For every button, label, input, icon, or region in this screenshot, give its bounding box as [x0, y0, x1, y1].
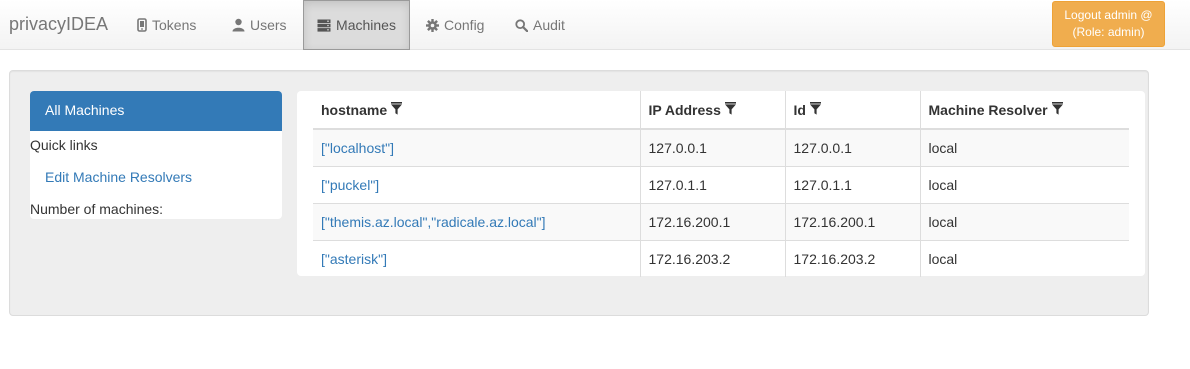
- nav-machines-label: Machines: [336, 17, 396, 33]
- logout-role: (Role: admin): [1072, 25, 1145, 39]
- table-header-row: hostname IP Address Id Machine Resolver: [313, 91, 1129, 130]
- column-header-hostname[interactable]: hostname: [313, 91, 640, 130]
- machines-table-panel: hostname IP Address Id Machine Resolver …: [297, 91, 1145, 277]
- hostname-cell: ["asterisk"]: [313, 239, 640, 277]
- machines-table: hostname IP Address Id Machine Resolver …: [313, 91, 1129, 277]
- brand-logo[interactable]: privacyIDEA: [9, 14, 108, 35]
- logout-button[interactable]: Logout admin @ (Role: admin): [1052, 1, 1165, 47]
- filter-icon[interactable]: [1051, 101, 1063, 118]
- nav-audit-label: Audit: [533, 17, 565, 33]
- gear-icon: [426, 18, 439, 32]
- nav-config[interactable]: Config: [426, 0, 484, 50]
- top-navbar: privacyIDEA Tokens Users Machines Config…: [0, 0, 1190, 50]
- number-of-machines-label: Number of machines:: [30, 201, 164, 217]
- search-icon: [515, 18, 528, 32]
- nav-tokens[interactable]: Tokens: [137, 0, 196, 50]
- sidebar-panel: All Machines Quick links Edit Machine Re…: [30, 91, 282, 219]
- main-container: All Machines Quick links Edit Machine Re…: [9, 70, 1149, 316]
- nav-users[interactable]: Users: [232, 0, 287, 50]
- filter-icon[interactable]: [724, 101, 736, 118]
- hostname-cell: ["puckel"]: [313, 165, 640, 203]
- edit-machine-resolvers-link[interactable]: Edit Machine Resolvers: [45, 169, 192, 185]
- filter-icon[interactable]: [809, 101, 821, 118]
- filter-icon[interactable]: [391, 101, 403, 118]
- id-cell: 172.16.203.2: [784, 239, 920, 277]
- id-cell: 127.0.0.1: [784, 128, 920, 166]
- hostname-link[interactable]: ["asterisk"]: [321, 251, 387, 267]
- machine-resolver-cell: local: [919, 239, 1129, 277]
- nav-users-label: Users: [250, 17, 287, 33]
- ip-address-header-label: IP Address: [648, 101, 721, 118]
- quick-links-heading: Quick links: [30, 137, 98, 153]
- id-header-label: Id: [793, 101, 806, 118]
- nav-audit[interactable]: Audit: [515, 0, 565, 50]
- hostname-cell: ["themis.az.local","radicale.az.local"]: [313, 202, 640, 240]
- user-icon: [232, 18, 245, 32]
- column-header-ip-address[interactable]: IP Address: [639, 91, 785, 130]
- table-row: ["localhost"] 127.0.0.1 127.0.0.1 local: [313, 128, 1129, 166]
- machine-resolver-header-label: Machine Resolver: [928, 101, 1048, 118]
- ip-address-cell: 172.16.203.2: [639, 239, 785, 277]
- hostname-link[interactable]: ["puckel"]: [321, 177, 379, 193]
- nav-config-label: Config: [444, 17, 485, 33]
- all-machines-button[interactable]: All Machines: [30, 91, 282, 131]
- machine-resolver-cell: local: [919, 202, 1129, 240]
- ip-address-cell: 172.16.200.1: [639, 202, 785, 240]
- table-row: ["themis.az.local","radicale.az.local"] …: [313, 202, 1129, 240]
- phone-icon: [137, 18, 147, 32]
- hostname-cell: ["localhost"]: [313, 128, 640, 166]
- table-row: ["puckel"] 127.0.1.1 127.0.1.1 local: [313, 165, 1129, 203]
- logout-label: Logout admin @: [1064, 8, 1153, 22]
- id-cell: 127.0.1.1: [784, 165, 920, 203]
- id-cell: 172.16.200.1: [784, 202, 920, 240]
- machine-resolver-cell: local: [919, 165, 1129, 203]
- hostname-link[interactable]: ["localhost"]: [321, 140, 394, 156]
- hostname-link[interactable]: ["themis.az.local","radicale.az.local"]: [321, 214, 546, 230]
- hostname-header-label: hostname: [321, 101, 388, 118]
- ip-address-cell: 127.0.0.1: [639, 128, 785, 166]
- column-header-machine-resolver[interactable]: Machine Resolver: [919, 91, 1129, 130]
- server-icon: [317, 19, 331, 32]
- table-row: ["asterisk"] 172.16.203.2 172.16.203.2 l…: [313, 239, 1129, 277]
- nav-machines[interactable]: Machines: [303, 0, 410, 50]
- machine-resolver-cell: local: [919, 128, 1129, 166]
- column-header-id[interactable]: Id: [784, 91, 920, 130]
- nav-tokens-label: Tokens: [152, 17, 197, 33]
- ip-address-cell: 127.0.1.1: [639, 165, 785, 203]
